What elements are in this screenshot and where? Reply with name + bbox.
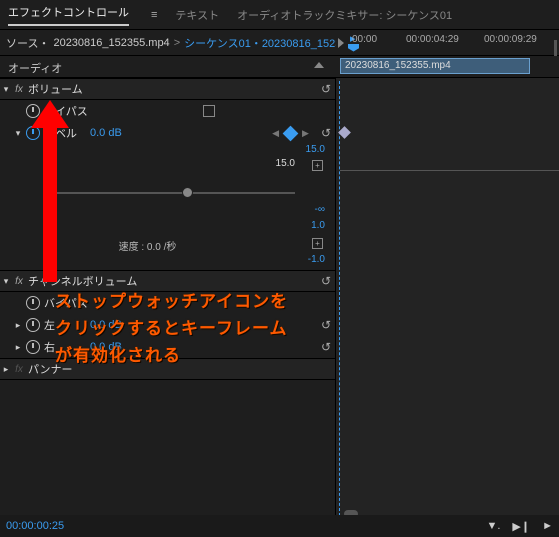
playhead-marker-icon[interactable] [348, 44, 359, 52]
time-label: 00:00 [352, 34, 377, 45]
expand-plus-icon[interactable]: + [312, 238, 323, 249]
twirl-level[interactable] [12, 127, 24, 139]
scale-neg-inf: -∞ [0, 204, 335, 220]
source-prefix: ソース・ [6, 35, 49, 51]
stopwatch-icon[interactable] [26, 318, 40, 332]
expand-plus-icon[interactable]: + [312, 160, 323, 171]
scale-neg-one: -1.0 [0, 254, 335, 270]
reset-button[interactable]: ↺ [321, 318, 331, 332]
timeline-clip[interactable]: 20230816_152355.mp4 [340, 58, 530, 74]
tab-text[interactable]: テキスト [175, 7, 219, 23]
share-icon[interactable]: ► [542, 520, 553, 533]
timeline-ruler[interactable]: ▸ 00:00 00:00:04:29 00:00:09:29 [344, 30, 559, 56]
twirl-volume[interactable] [0, 83, 12, 95]
reset-button[interactable]: ↺ [321, 126, 331, 140]
chevron-right-icon: > [174, 37, 180, 49]
annotation-text: ストップウォッチアイコンを クリックするとキーフレーム が有効化される [55, 288, 288, 370]
current-timecode[interactable]: 00:00:00:25 [6, 520, 64, 532]
sequence-link[interactable]: シーケンス01・20230816_152355... [184, 35, 336, 51]
play-icon[interactable]: ▶❙ [512, 520, 530, 533]
channel-volume-title: チャンネルボリューム [26, 273, 335, 289]
level-graph-line[interactable] [340, 170, 559, 171]
source-clip-name: 20230816_152355.mp4 [53, 37, 169, 49]
level-label: レベル [42, 125, 90, 141]
bypass-label: バイパス [42, 103, 203, 119]
speed-readout: 速度 : 0.0 /秒 [0, 238, 335, 253]
timeline-end-handle[interactable] [554, 40, 557, 56]
level-slider-track[interactable] [50, 192, 295, 194]
fx-badge-icon[interactable]: fx [12, 276, 26, 287]
fx-badge-icon: fx [12, 364, 26, 375]
stopwatch-icon[interactable] [26, 340, 40, 354]
level-value[interactable]: 0.0 dB [90, 127, 130, 139]
reset-button[interactable]: ↺ [321, 274, 331, 288]
bypass-checkbox[interactable] [203, 105, 215, 117]
twirl-left[interactable] [12, 319, 24, 331]
reset-button[interactable]: ↺ [321, 340, 331, 354]
audio-header: オーディオ [8, 63, 62, 75]
keyframe-timeline[interactable] [336, 78, 559, 520]
scale-label: 15.0 [276, 158, 295, 169]
filter-icon[interactable]: ▼. [486, 520, 500, 533]
collapse-up-icon[interactable] [314, 62, 324, 68]
volume-title: ボリューム [26, 81, 335, 97]
stopwatch-icon[interactable] [26, 296, 40, 310]
tab-audio-mixer[interactable]: オーディオトラックミキサー: シーケンス01 [237, 7, 452, 23]
time-label: 00:00:04:29 [406, 34, 459, 45]
time-label: 00:00:09:29 [484, 34, 537, 45]
scale-one: 1.0 [0, 220, 335, 236]
stopwatch-icon[interactable] [26, 104, 40, 118]
twirl-right[interactable] [12, 341, 24, 353]
add-keyframe-button[interactable] [283, 125, 299, 141]
panel-menu-icon[interactable]: ≡ [147, 9, 157, 21]
twirl-panner[interactable] [0, 363, 12, 375]
next-keyframe-icon[interactable]: ▶ [302, 128, 309, 139]
level-slider-thumb[interactable] [182, 187, 193, 198]
stopwatch-icon[interactable] [26, 126, 40, 140]
reset-button[interactable]: ↺ [321, 82, 331, 96]
twirl-channel-volume[interactable] [0, 275, 12, 287]
fx-badge-icon[interactable]: fx [12, 84, 26, 95]
tab-effect-controls[interactable]: エフェクトコントロール [8, 4, 129, 26]
keyframe-icon[interactable] [338, 126, 351, 139]
prev-keyframe-icon[interactable]: ◀ [272, 128, 279, 139]
